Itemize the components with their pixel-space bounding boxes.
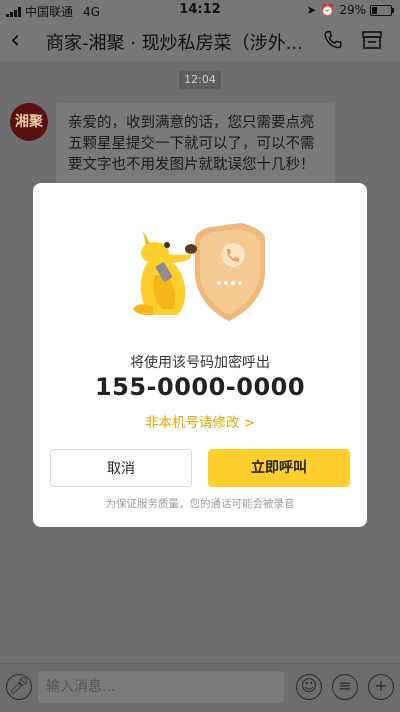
change-number-link[interactable]: 非本机号请修改 > [33, 411, 367, 431]
back-icon[interactable]: ‹ [10, 26, 20, 54]
emoji-icon[interactable]: ☺ [296, 674, 322, 700]
store-icon[interactable] [360, 29, 384, 51]
voice-icon[interactable]: 🎤︎ [6, 674, 32, 700]
recording-notice: 为保证服务质量，您的通话可能会被录音 [105, 498, 295, 510]
message-timestamp: 12:04 [179, 71, 221, 89]
add-icon[interactable]: + [368, 674, 394, 700]
status-right: ➤ ⏰ 29% [306, 3, 394, 17]
battery-label: 29% [339, 3, 366, 17]
call-description: 将使用该号码加密呼出 [130, 355, 270, 371]
merchant-avatar[interactable]: 湘聚 [10, 103, 48, 141]
call-now-button[interactable]: 立即呼叫 [208, 449, 350, 487]
message-input[interactable]: 输入消息... [38, 671, 284, 703]
kangaroo-shield-icon [133, 223, 265, 321]
conversation-title: 商家-湘聚 · 现炒私房菜（涉外... [46, 33, 303, 54]
alarm-icon: ⏰ [320, 3, 336, 17]
battery-icon [370, 4, 394, 16]
phone-icon[interactable] [322, 29, 344, 51]
masked-phone-number: 155-0000-0000 [94, 373, 306, 401]
nav-bar: ‹ 商家-湘聚 · 现炒私房菜（涉外... [0, 20, 400, 63]
call-dialog: 将使用该号码加密呼出 155-0000-0000 非本机号请修改 > 取消 立即… [33, 183, 367, 527]
cancel-button[interactable]: 取消 [50, 449, 192, 487]
input-bar: 🎤︎ 输入消息... ☺ ≡ + [0, 663, 400, 712]
message-bubble[interactable]: 亲爱的，收到满意的话，您只需要点亮五颗星星提交一下就可以了，可以不需要文字也不用… [56, 103, 335, 186]
menu-icon[interactable]: ≡ [332, 674, 358, 700]
status-bar: 中国联通 4G 14:12 ➤ ⏰ 29% [0, 0, 400, 20]
location-icon: ➤ [306, 3, 317, 17]
